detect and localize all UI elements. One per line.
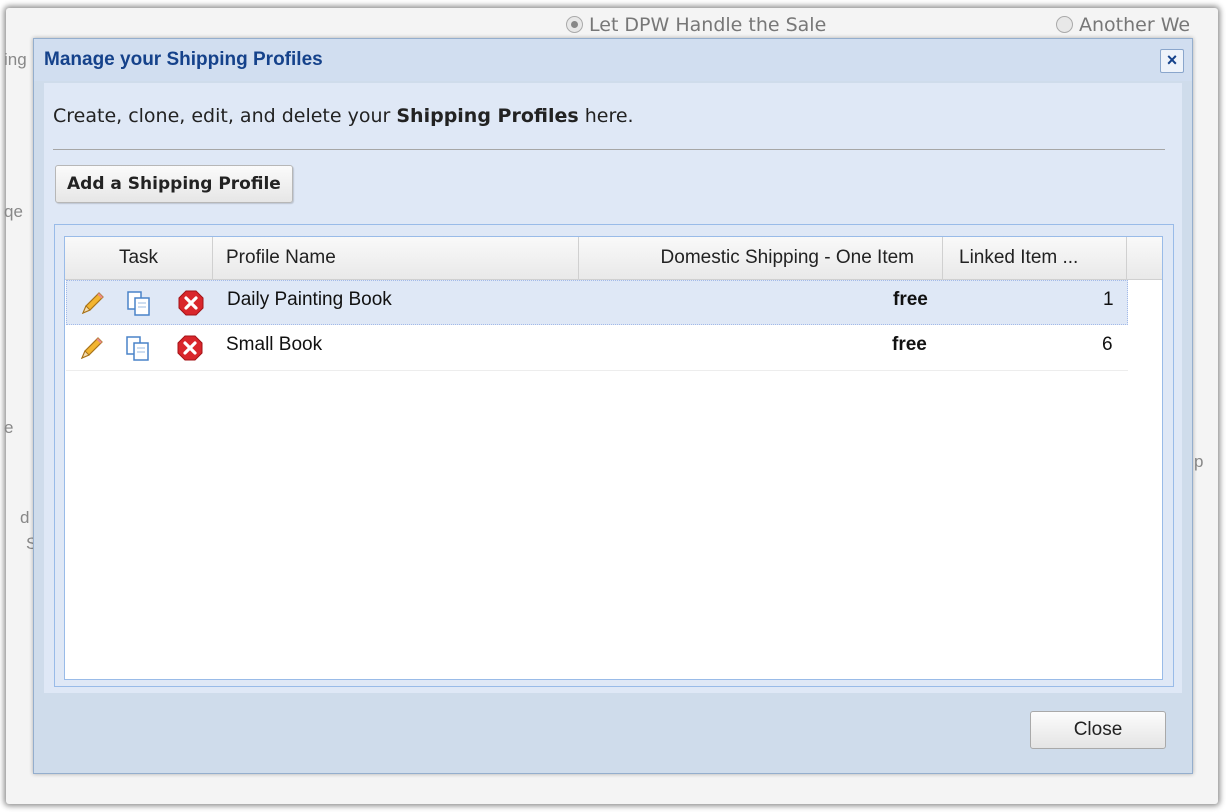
- intro-prefix: Create, clone, edit, and delete your: [53, 105, 397, 127]
- shipping-profiles-dialog: Manage your Shipping Profiles × Create, …: [33, 38, 1193, 774]
- copy-icon[interactable]: [124, 334, 152, 362]
- dialog-title: Manage your Shipping Profiles: [44, 49, 323, 70]
- bg-fragment: qe: [4, 202, 23, 221]
- bg-fragment: p: [1194, 452, 1204, 471]
- profile-name-cell: Small Book: [226, 334, 323, 355]
- column-header-domestic-shipping[interactable]: Domestic Shipping - One Item: [579, 237, 943, 279]
- copy-icon[interactable]: [125, 289, 153, 317]
- intro-text: Create, clone, edit, and delete your Shi…: [53, 105, 634, 127]
- bg-radio-1: Let DPW Handle the Sale: [566, 14, 826, 36]
- close-button[interactable]: Close: [1030, 711, 1166, 749]
- table-row[interactable]: Small Book free 6: [66, 326, 1128, 371]
- table-row[interactable]: Daily Painting Book free 1: [66, 280, 1128, 325]
- linked-items-cell: 6: [1102, 334, 1113, 355]
- divider: [53, 149, 1165, 150]
- profile-name-cell: Daily Painting Book: [227, 289, 392, 310]
- dialog-footer: Close: [34, 699, 1192, 773]
- bg-radio-unchecked-icon: [1056, 16, 1073, 33]
- profiles-grid: Task Profile Name Domestic Shipping - On…: [64, 236, 1163, 680]
- bg-radio-checked-icon: [566, 16, 583, 33]
- dialog-header: Manage your Shipping Profiles ×: [34, 39, 1192, 81]
- bg-fragment: e: [4, 418, 14, 437]
- pencil-icon[interactable]: [78, 334, 106, 362]
- grid-panel: Task Profile Name Domestic Shipping - On…: [54, 224, 1174, 687]
- grid-header: Task Profile Name Domestic Shipping - On…: [65, 237, 1162, 280]
- close-icon[interactable]: ×: [1160, 49, 1184, 73]
- dialog-body: Create, clone, edit, and delete your Shi…: [44, 83, 1182, 693]
- add-shipping-profile-button[interactable]: Add a Shipping Profile: [55, 165, 293, 203]
- bg-radio-1-label: Let DPW Handle the Sale: [589, 14, 827, 36]
- domestic-shipping-cell: free: [892, 334, 927, 355]
- domestic-shipping-cell: free: [893, 289, 928, 310]
- linked-items-cell: 1: [1103, 289, 1114, 310]
- column-header-task[interactable]: Task: [65, 237, 213, 279]
- delete-icon[interactable]: [176, 334, 204, 362]
- column-header-profile-name[interactable]: Profile Name: [213, 237, 579, 279]
- pencil-icon[interactable]: [79, 289, 107, 317]
- bg-fragment: ing: [4, 50, 27, 69]
- delete-icon[interactable]: [177, 289, 205, 317]
- intro-suffix: here.: [578, 105, 634, 127]
- bg-radio-2: Another We: [1056, 14, 1190, 36]
- column-header-linked-items[interactable]: Linked Item ...: [943, 237, 1127, 279]
- intro-bold: Shipping Profiles: [396, 105, 579, 127]
- bg-radio-2-label: Another We: [1079, 14, 1191, 36]
- bg-fragment: d: [20, 508, 30, 527]
